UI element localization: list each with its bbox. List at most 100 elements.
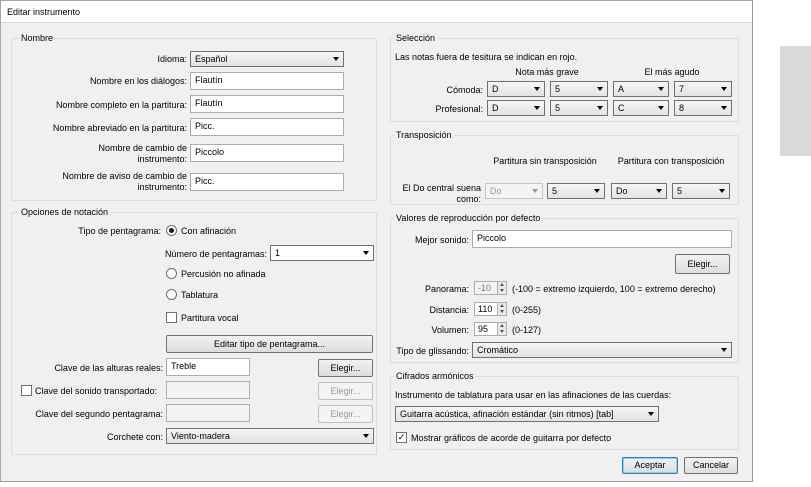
- comfortable-low-octave-select[interactable]: 5: [550, 81, 608, 97]
- chevron-down-icon: [597, 106, 603, 110]
- short-name-field[interactable]: Picc.: [190, 118, 344, 136]
- best-sound-label: Mejor sonido:: [414, 235, 469, 245]
- chevron-down-icon: [721, 87, 727, 91]
- highest-header: El más agudo: [644, 67, 700, 77]
- transposed-clef-field[interactable]: [166, 381, 250, 399]
- middle-c-label-line2: como:: [456, 194, 481, 204]
- non-transposing-note-select[interactable]: Do: [485, 183, 543, 199]
- professional-high-octave-select[interactable]: 8: [674, 100, 732, 116]
- chevron-down-icon: [534, 87, 540, 91]
- gliss-select[interactable]: Cromático: [472, 342, 732, 358]
- cifrados-group-title: Cifrados armónicos: [394, 371, 476, 381]
- professional-low-note-select[interactable]: D: [487, 100, 545, 116]
- vocal-checkbox[interactable]: [166, 312, 177, 323]
- seleccion-group-title: Selección: [394, 33, 438, 43]
- radio-percussion-label[interactable]: Percusión no afinada: [181, 269, 266, 279]
- tab-instrument-select[interactable]: Guitarra acústica, afinación estándar (s…: [395, 406, 659, 422]
- volume-spinner[interactable]: 95: [474, 322, 507, 336]
- pan-hint: (-100 = extremo izquierdo, 100 = extremo…: [512, 284, 716, 294]
- chevron-down-icon: [597, 87, 603, 91]
- edit-instrument-dialog: Editar instrumento Nombre Idioma: Españo…: [0, 0, 753, 482]
- show-chords-checkbox[interactable]: ✓: [396, 432, 407, 443]
- staff-type-label: Tipo de pentagrama:: [78, 226, 161, 236]
- tab-instrument-label: Instrumento de tablatura para usar en la…: [395, 390, 672, 400]
- real-clef-choose-button[interactable]: Elegir...: [318, 359, 373, 377]
- transposed-clef-checkbox[interactable]: [21, 385, 32, 396]
- radio-tab-label[interactable]: Tablatura: [181, 290, 218, 300]
- chevron-down-icon: [721, 348, 727, 352]
- dialog-name-field[interactable]: Flautín: [190, 72, 344, 90]
- radio-tuned[interactable]: [166, 225, 177, 236]
- cancel-button[interactable]: Cancelar: [684, 457, 738, 474]
- chevron-down-icon: [658, 87, 664, 91]
- distance-label: Distancia:: [429, 305, 469, 315]
- idioma-label: Idioma:: [157, 54, 187, 64]
- comfortable-low-note-select[interactable]: D: [487, 81, 545, 97]
- nombre-group-title: Nombre: [19, 33, 56, 43]
- chevron-down-icon: [363, 434, 369, 438]
- transposing-note-select[interactable]: Do: [611, 183, 667, 199]
- chevron-down-icon: [532, 189, 538, 193]
- transposed-clef-label[interactable]: Clave del sonido transportado:: [35, 386, 157, 396]
- change-name-label-line1: Nombre de cambio de: [98, 143, 187, 153]
- staff-count-label: Número de pentagramas:: [164, 249, 267, 259]
- comfortable-label: Cómoda:: [446, 85, 483, 95]
- warn-name-label-line1: Nombre de aviso de cambio de: [62, 171, 187, 181]
- chevron-down-icon: [656, 189, 662, 193]
- edit-staff-type-button[interactable]: Editar tipo de pentagrama...: [166, 335, 373, 353]
- chevron-down-icon: [363, 251, 369, 255]
- professional-high-note-select[interactable]: C: [613, 100, 669, 116]
- full-name-field[interactable]: Flautín: [190, 95, 344, 113]
- change-name-field[interactable]: Piccolo: [190, 144, 344, 162]
- volume-hint: (0-127): [512, 325, 542, 335]
- notacion-group-title: Opciones de notación: [19, 207, 111, 217]
- idioma-select[interactable]: Español: [190, 51, 344, 67]
- title-bar[interactable]: Editar instrumento: [1, 1, 752, 23]
- staff-count-select[interactable]: 1: [270, 245, 374, 261]
- dialog-name-label: Nombre en los diálogos:: [89, 76, 187, 86]
- short-name-label: Nombre abreviado en la partitura:: [52, 123, 187, 133]
- change-name-label-line2: instrumento:: [137, 154, 187, 164]
- chevron-down-icon: [333, 57, 339, 61]
- chevron-down-icon: [721, 106, 727, 110]
- second-staff-clef-choose-button[interactable]: Elegir...: [318, 405, 373, 423]
- spin-arrows-icon[interactable]: [497, 323, 506, 335]
- show-chords-label[interactable]: Mostrar gráficos de acorde de guitarra p…: [411, 433, 611, 443]
- reproduccion-group-title: Valores de reproducción por defecto: [394, 213, 543, 223]
- transposed-clef-choose-button[interactable]: Elegir...: [318, 382, 373, 400]
- warn-name-field[interactable]: Picc.: [190, 173, 344, 191]
- window-title: Editar instrumento: [7, 7, 81, 17]
- warn-name-label-line2: instrumento:: [137, 182, 187, 192]
- middle-c-label-line1: El Do central suena: [402, 183, 481, 193]
- vocal-checkbox-label[interactable]: Partitura vocal: [181, 313, 239, 323]
- chevron-down-icon: [719, 189, 725, 193]
- chevron-down-icon: [648, 412, 654, 416]
- spin-arrows-icon[interactable]: [497, 303, 506, 315]
- best-sound-choose-button[interactable]: Elegir...: [675, 254, 730, 274]
- radio-percussion[interactable]: [166, 268, 177, 279]
- distance-spinner[interactable]: 110: [474, 302, 507, 316]
- comfortable-high-octave-select[interactable]: 7: [674, 81, 732, 97]
- second-staff-clef-field[interactable]: [166, 404, 250, 422]
- bracket-label: Corchete con:: [106, 432, 163, 442]
- real-clef-label: Clave de las alturas reales:: [54, 363, 163, 373]
- transposing-header: Partitura con transposición: [617, 156, 725, 166]
- radio-tab[interactable]: [166, 289, 177, 300]
- pan-spinner[interactable]: -10: [474, 281, 507, 295]
- bracket-select[interactable]: Viento-madera: [166, 428, 374, 444]
- volume-label: Volumen:: [431, 325, 469, 335]
- radio-tuned-label[interactable]: Con afinación: [181, 226, 236, 236]
- second-staff-clef-label: Clave del segundo pentagrama:: [35, 409, 163, 419]
- chevron-down-icon: [594, 189, 600, 193]
- real-clef-field[interactable]: Treble: [166, 358, 250, 376]
- transposing-octave-select[interactable]: 5: [672, 183, 730, 199]
- professional-low-octave-select[interactable]: 5: [550, 100, 608, 116]
- non-transposing-octave-select[interactable]: 5: [547, 183, 605, 199]
- best-sound-field[interactable]: Piccolo: [472, 230, 732, 248]
- accept-button[interactable]: Aceptar: [622, 457, 678, 474]
- gliss-label: Tipo de glissando:: [396, 346, 469, 356]
- distance-hint: (0-255): [512, 305, 542, 315]
- spin-arrows-icon[interactable]: [497, 282, 506, 294]
- comfortable-high-note-select[interactable]: A: [613, 81, 669, 97]
- chevron-down-icon: [534, 106, 540, 110]
